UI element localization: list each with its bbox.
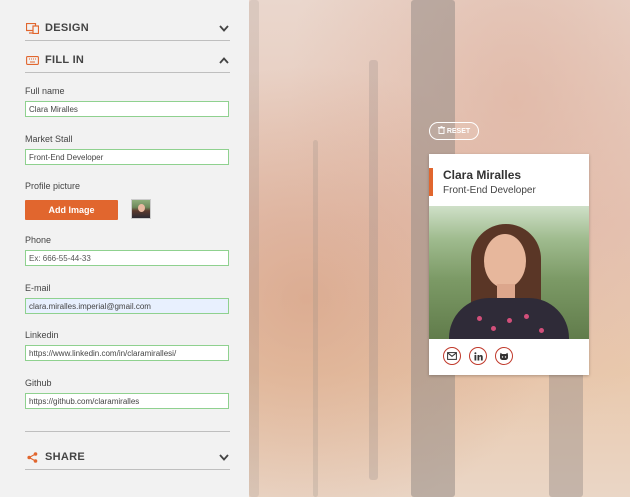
keyboard-icon xyxy=(25,54,39,66)
trash-icon xyxy=(437,126,445,136)
card-name: Clara Miralles xyxy=(443,168,522,182)
chevron-up-icon[interactable] xyxy=(218,54,230,66)
card-social-links xyxy=(443,347,513,365)
market-stall-label: Market Stall xyxy=(25,134,73,144)
share-icon xyxy=(25,451,39,463)
mail-icon[interactable] xyxy=(443,347,461,365)
add-image-button[interactable]: Add Image xyxy=(25,200,118,220)
section-divider xyxy=(25,431,230,432)
card-job: Front-End Developer xyxy=(443,185,536,196)
card-profile-photo xyxy=(429,206,589,339)
email-label: E-mail xyxy=(25,283,51,293)
chevron-down-icon[interactable] xyxy=(218,451,230,463)
linkedin-icon[interactable] xyxy=(469,347,487,365)
profile-thumbnail xyxy=(131,199,151,219)
card-accent-bar xyxy=(429,168,433,196)
email-input[interactable] xyxy=(25,298,229,314)
github-icon[interactable] xyxy=(495,347,513,365)
chevron-down-icon[interactable] xyxy=(218,22,230,34)
fill-in-section-title: FILL IN xyxy=(45,54,85,66)
phone-input[interactable] xyxy=(25,250,229,266)
linkedin-input[interactable] xyxy=(25,345,229,361)
monitor-icon xyxy=(25,22,39,34)
share-section-header[interactable]: SHARE xyxy=(25,445,230,470)
fill-in-section-header[interactable]: FILL IN xyxy=(25,48,230,73)
full-name-label: Full name xyxy=(25,86,65,96)
market-stall-input[interactable] xyxy=(25,149,229,165)
profile-picture-label: Profile picture xyxy=(25,181,81,191)
linkedin-label: Linkedin xyxy=(25,330,59,340)
design-section-header[interactable]: DESIGN xyxy=(25,16,230,41)
reset-button[interactable]: RESET xyxy=(429,122,479,140)
github-input[interactable] xyxy=(25,393,229,409)
profile-card-preview: Clara Miralles Front-End Developer xyxy=(429,154,589,375)
phone-label: Phone xyxy=(25,235,52,245)
github-label: Github xyxy=(25,378,52,388)
form-panel: DESIGN FILL IN Full name Market Stall Pr… xyxy=(0,0,249,497)
design-section-title: DESIGN xyxy=(45,22,89,34)
full-name-input[interactable] xyxy=(25,101,229,117)
reset-label: RESET xyxy=(446,127,471,135)
share-section-title: SHARE xyxy=(45,451,86,463)
